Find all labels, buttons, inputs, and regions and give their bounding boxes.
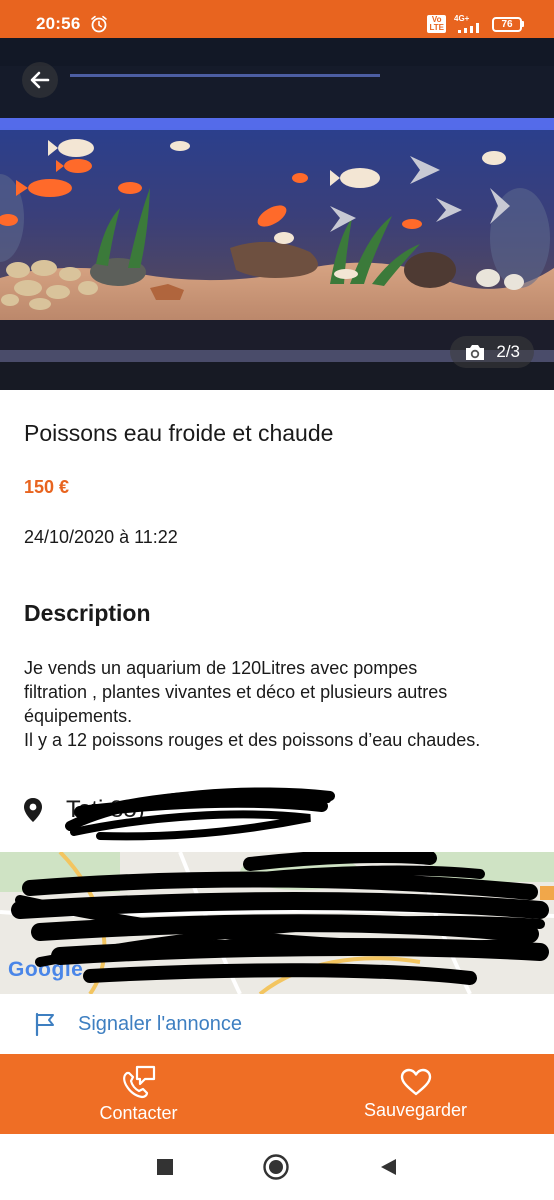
save-button[interactable]: Sauvegarder	[277, 1054, 554, 1134]
signal-icon	[458, 23, 479, 33]
home-button[interactable]	[262, 1153, 290, 1181]
back-button[interactable]	[22, 62, 58, 98]
battery-level: 76	[492, 16, 522, 32]
description-body: Je vends un aquarium de 120Litres avec p…	[24, 656, 544, 752]
action-bar: Contacter Sauvegarder	[0, 1054, 554, 1134]
description-line: Je vends un aquarium de 120Litres avec p…	[24, 658, 418, 678]
alarm-icon	[91, 15, 108, 33]
volte-icon: Vo LTE	[427, 15, 446, 33]
network-type-label: 4G+	[454, 14, 470, 23]
heart-icon	[400, 1068, 431, 1095]
flag-icon	[35, 1012, 54, 1036]
description-line: équipements.	[24, 706, 133, 726]
report-ad-label: Signaler l'annonce	[78, 1012, 242, 1035]
contact-button[interactable]: Contacter	[0, 1054, 277, 1134]
back-nav-button[interactable]	[378, 1157, 398, 1177]
description-heading: Description	[24, 600, 151, 626]
arrow-left-icon	[30, 71, 50, 89]
redaction-scribble	[11, 852, 549, 985]
report-ad-link[interactable]: Signaler l'annonce	[34, 1012, 242, 1036]
system-nav-bar	[0, 1134, 554, 1200]
phone-message-icon	[122, 1065, 155, 1098]
photo-counter[interactable]: 2/3	[450, 336, 534, 368]
listing-price: 150 €	[24, 477, 70, 497]
photo-counter-text: 2/3	[496, 342, 520, 361]
description-line: Il y a 12 poissons rouges et des poisson…	[24, 730, 481, 750]
listing-title: Poissons eau froide et chaude	[24, 420, 334, 446]
square-icon	[157, 1159, 173, 1175]
location-pin-icon	[24, 798, 42, 822]
camera-icon	[466, 344, 485, 360]
battery-icon: 76	[492, 16, 524, 32]
redaction-scribble	[65, 787, 335, 841]
status-time: 20:56	[36, 14, 81, 33]
contact-label: Contacter	[99, 1102, 178, 1123]
save-label: Sauvegarder	[363, 1099, 468, 1120]
description-line: filtration , plantes vivantes et déco et…	[24, 682, 448, 702]
triangle-back-icon	[381, 1159, 396, 1175]
recents-button[interactable]	[156, 1158, 174, 1176]
listing-photo[interactable]: 2/3	[0, 38, 554, 390]
listing-date: 24/10/2020 à 11:22	[24, 527, 178, 547]
location-map[interactable]: Google	[0, 852, 554, 994]
circle-icon	[263, 1154, 289, 1180]
